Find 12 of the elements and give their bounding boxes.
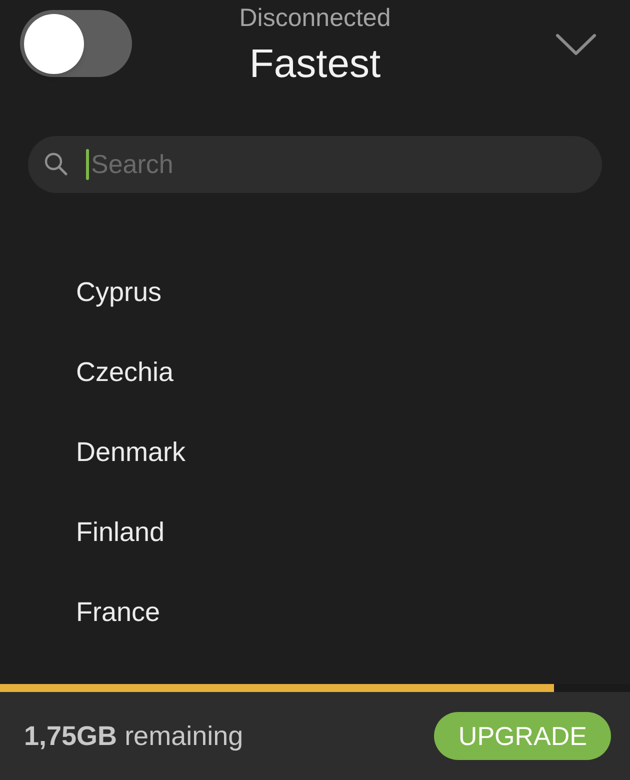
search-icon xyxy=(44,152,68,176)
search-field[interactable]: Search xyxy=(28,136,602,193)
country-item[interactable]: Finland xyxy=(76,516,165,548)
chevron-down-icon[interactable] xyxy=(556,34,596,56)
country-item[interactable]: Denmark xyxy=(76,436,186,468)
country-item[interactable]: France xyxy=(76,596,160,628)
country-item[interactable]: Cyprus xyxy=(76,276,162,308)
data-remaining: 1,75GB remaining xyxy=(24,720,244,753)
location-title: Fastest xyxy=(249,41,381,87)
text-cursor xyxy=(86,149,89,180)
country-item[interactable]: Czechia xyxy=(76,356,174,388)
connection-status: Disconnected xyxy=(239,3,391,33)
